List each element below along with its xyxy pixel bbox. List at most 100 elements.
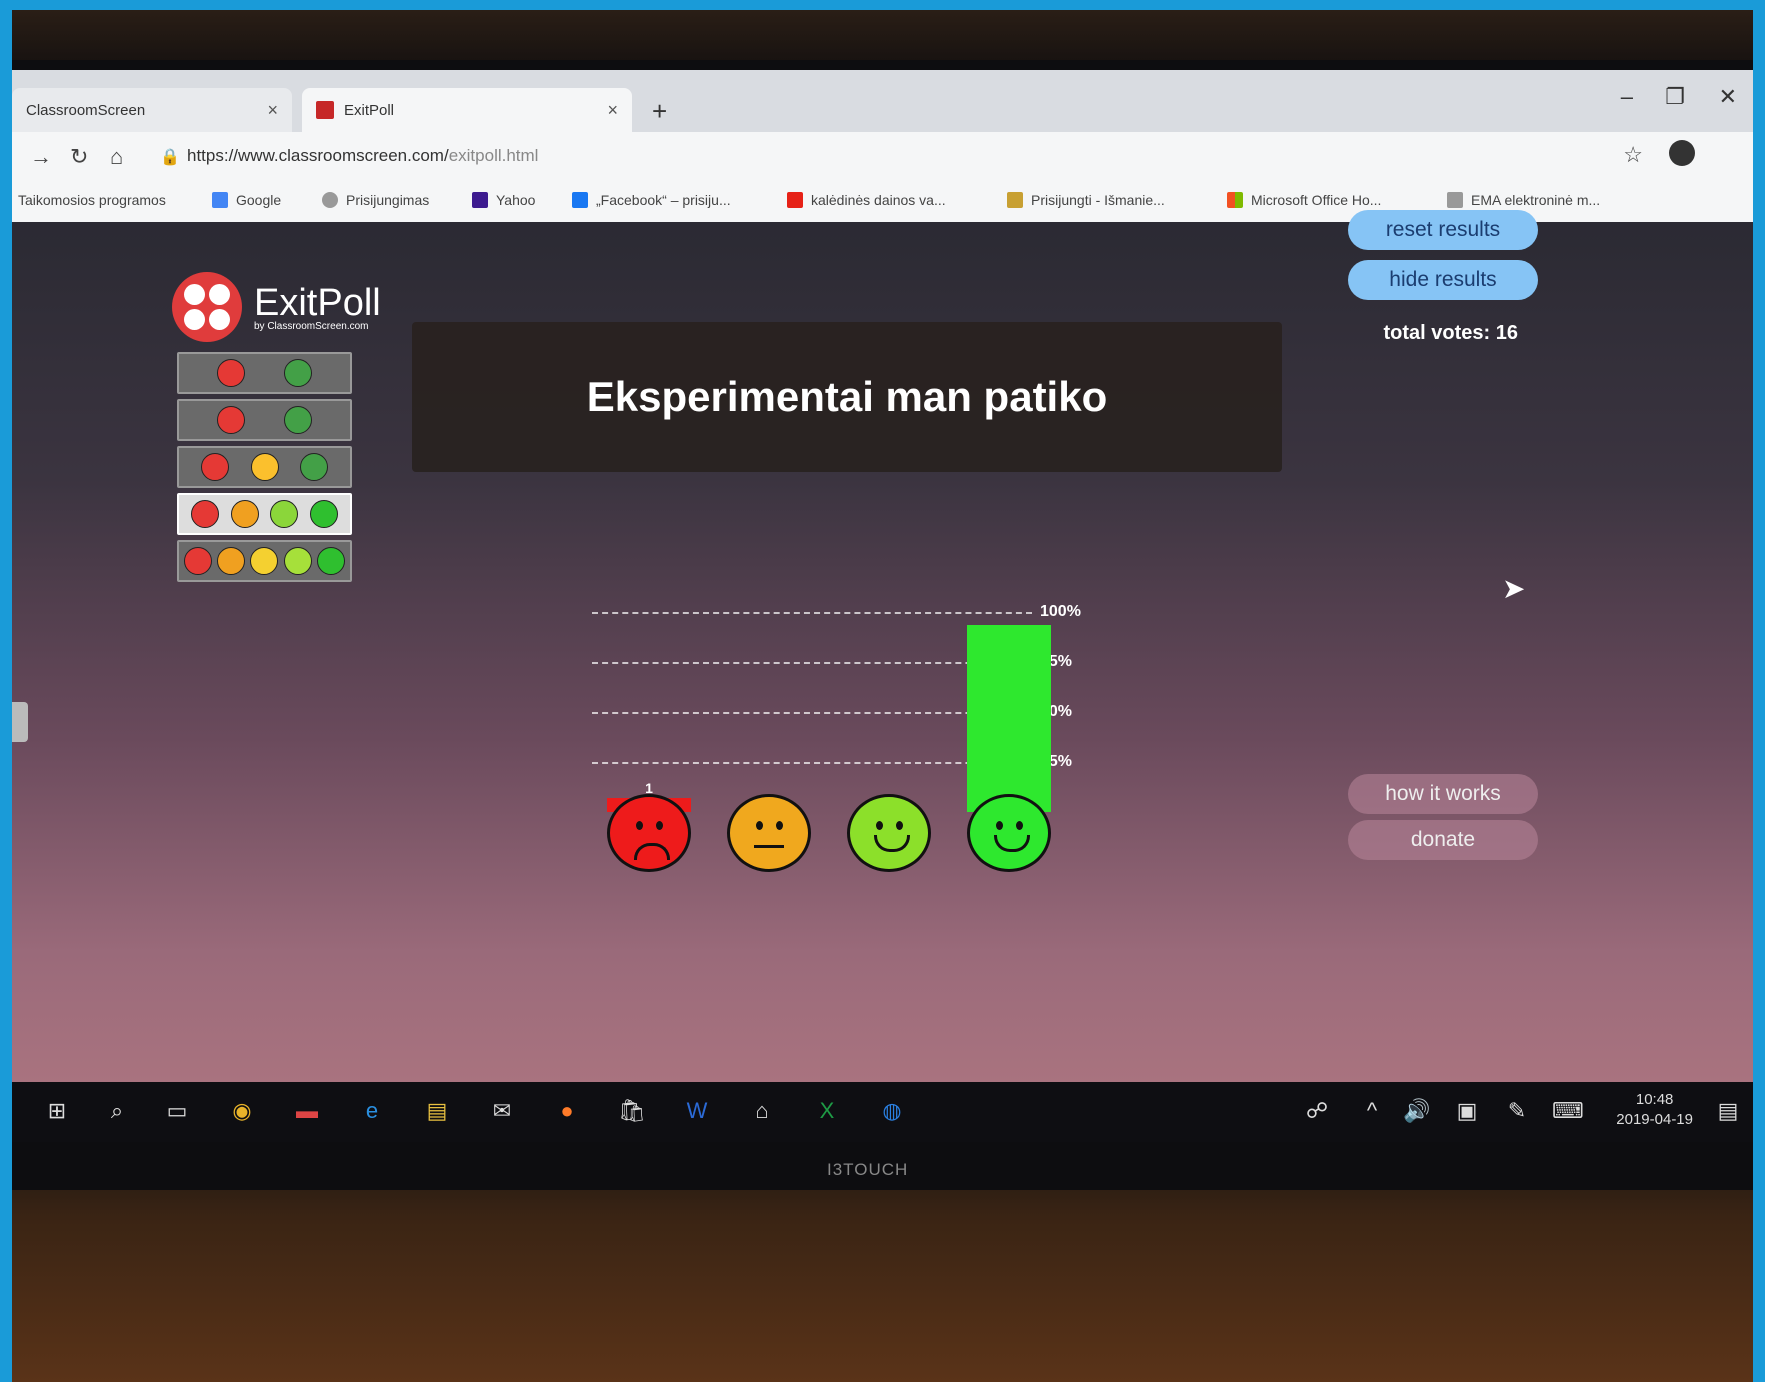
bookmark-prisijungti[interactable]: Prisijungti - Išmanie... [1007,192,1165,208]
bookmark-star-icon[interactable]: ☆ [1623,142,1643,168]
logo-title: ExitPoll [254,282,381,324]
exitpoll-page: ExitPoll by ClassroomScreen.com Eksperim… [12,210,1753,1082]
firefox-icon[interactable]: ● [552,1098,582,1126]
face-dot-icon [310,500,339,528]
tab-label: ExitPoll [344,101,395,119]
app-icon[interactable]: ▬ [292,1098,322,1126]
neutral-face-icon[interactable] [727,794,811,872]
restore-icon[interactable]: ❐ [1665,84,1685,110]
search-icon[interactable]: ⌕ [102,1098,132,1126]
tab-exitpoll[interactable]: ExitPoll × [302,88,632,132]
bookmark-office[interactable]: Microsoft Office Ho... [1227,192,1381,208]
grid-line [592,762,1032,764]
face-preset-3[interactable] [177,446,352,488]
reload-icon[interactable]: ↻ [70,144,88,170]
face-dot-icon [283,547,312,575]
network-icon[interactable]: ▣ [1452,1098,1482,1126]
face-dot-icon [316,547,345,575]
poll-question[interactable]: Eksperimentai man patiko [412,322,1282,472]
exitpoll-logo: ExitPoll by ClassroomScreen.com [172,272,381,342]
office-icon [1227,192,1243,208]
face-dot-icon [200,453,229,481]
globe-icon [322,192,338,208]
ema-icon [1447,192,1463,208]
file-explorer-icon[interactable]: ▤ [422,1098,452,1126]
clock[interactable]: 10:48 2019-04-19 [1616,1090,1693,1130]
face-preset-1[interactable] [177,352,352,394]
face-preset-5[interactable] [177,540,352,582]
tray-chevron-icon[interactable]: ^ [1357,1098,1387,1126]
start-icon[interactable]: ⊞ [42,1098,72,1126]
tab-classroomscreen[interactable]: ClassroomScreen × [12,88,292,132]
facebook-icon [572,192,588,208]
bookmark-prisijungimas[interactable]: Prisijungimas [322,192,429,208]
happy-face-icon[interactable] [847,794,931,872]
result-bar [967,624,1051,812]
face-dot-icon [230,500,259,528]
app2-icon[interactable]: ⌂ [747,1098,777,1126]
how-it-works-button[interactable]: how it works [1348,774,1538,814]
face-dot-icon [283,406,312,434]
bookmark-facebook[interactable]: „Facebook“ – prisiju... [572,192,731,208]
url-path: exitpoll.html [448,146,539,165]
bookmark-apps[interactable]: Taikomosios programos [18,192,166,208]
store-icon[interactable]: 🛍 [617,1098,647,1126]
reset-results-button[interactable]: reset results [1348,210,1538,250]
close-icon[interactable]: × [607,100,618,121]
youtube-icon [787,192,803,208]
hat-icon [1007,192,1023,208]
account-icon[interactable] [1669,140,1695,166]
side-drawer-handle[interactable] [12,702,28,742]
tab-label: ClassroomScreen [26,101,146,119]
donate-button[interactable]: donate [1348,820,1538,860]
face-dot-icon [283,359,312,387]
volume-icon[interactable]: 🔊 [1402,1098,1432,1126]
face-dot-icon [217,547,246,575]
face-dot-icon [250,547,279,575]
people-icon[interactable]: ☍ [1302,1098,1332,1126]
google-icon [212,192,228,208]
very-happy-face-icon[interactable] [967,794,1051,872]
excel-icon[interactable]: X [812,1098,842,1126]
face-dot-icon [300,453,329,481]
close-icon[interactable]: × [267,100,278,121]
bookmark-ema[interactable]: EMA elektroninė m... [1447,192,1600,208]
bookmark-kaledines[interactable]: kalėdinės dainos va... [787,192,946,208]
url-main: https://www.classroomscreen.com/ [187,146,449,165]
pen-icon[interactable]: ✎ [1502,1098,1532,1126]
photo-frame: ClassroomScreen × ExitPoll × + – ❐ ✕ → ↻… [12,10,1753,1382]
keyboard-icon[interactable]: ⌨ [1552,1098,1584,1126]
chrome-icon[interactable]: ◉ [227,1098,257,1126]
mouse-cursor-icon: ➤ [1502,573,1526,604]
bookmark-yahoo[interactable]: Yahoo [472,192,535,208]
face-dot-icon [190,500,219,528]
very-sad-face-icon[interactable] [607,794,691,872]
face-dot-icon [217,406,246,434]
y-tick-label: 100% [1040,603,1081,620]
close-window-icon[interactable]: ✕ [1719,84,1737,110]
face-preset-4[interactable] [177,493,352,535]
new-tab-icon[interactable]: + [652,96,667,127]
face-preset-2[interactable] [177,399,352,441]
task-view-icon[interactable]: ▭ [162,1098,192,1126]
app3-icon[interactable]: ◍ [877,1098,907,1126]
url-field[interactable]: https://www.classroomscreen.com/exitpoll… [187,146,538,166]
total-votes: total votes: 16 [1383,322,1518,344]
edge-icon[interactable]: e [357,1098,387,1126]
hide-results-button[interactable]: hide results [1348,260,1538,300]
browser-tab-bar: ClassroomScreen × ExitPoll × + – ❐ ✕ [12,70,1753,132]
logo-badge-icon [172,272,242,342]
forward-icon[interactable]: → [30,144,52,170]
notifications-icon[interactable]: ▤ [1713,1098,1743,1126]
word-icon[interactable]: W [682,1098,712,1126]
logo-subtitle: by ClassroomScreen.com [254,321,369,332]
face-dot-icon [184,547,213,575]
bookmark-google[interactable]: Google [212,192,281,208]
mail-icon[interactable]: ✉ [487,1098,517,1126]
windows-taskbar: ⊞ ⌕ ▭ ◉ ▬ e ▤ ✉ ● 🛍 W ⌂ X ◍ ☍ ^ 🔊 ▣ ✎ ⌨ … [12,1082,1753,1142]
home-icon[interactable]: ⌂ [110,144,123,170]
exitpoll-favicon-icon [316,101,334,119]
face-dot-icon [250,453,279,481]
minimize-icon[interactable]: – [1621,84,1633,110]
grid-line [592,712,1032,714]
